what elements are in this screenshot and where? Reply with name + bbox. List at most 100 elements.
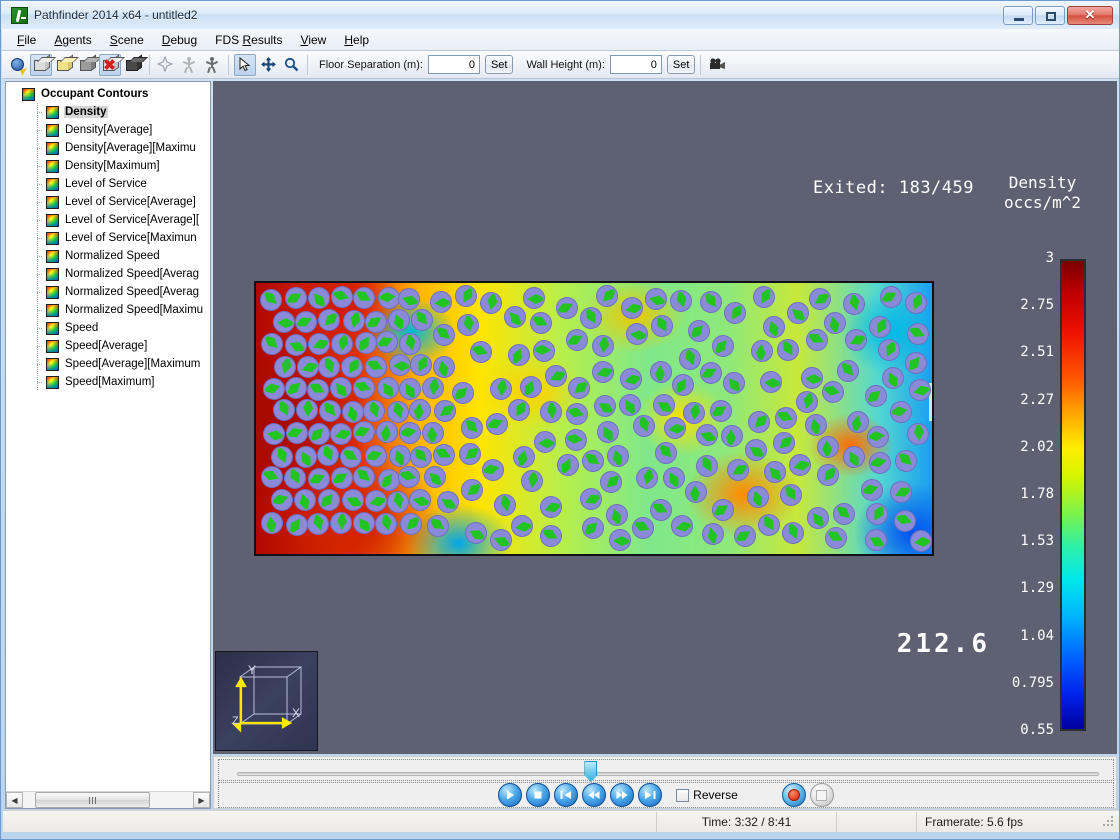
occupant-marker[interactable] — [841, 290, 868, 318]
show-paths-icon[interactable] — [155, 54, 177, 76]
occupant-marker[interactable] — [291, 486, 319, 515]
occupant-marker[interactable] — [260, 421, 287, 447]
occupant-marker[interactable] — [874, 335, 904, 365]
tree-item-level-of-service-maximun[interactable]: Level of Service[Maximun — [6, 229, 210, 247]
occupant-marker[interactable] — [536, 520, 567, 551]
occupant-marker[interactable] — [867, 450, 894, 476]
occupant-marker[interactable] — [705, 396, 737, 427]
occupant-marker[interactable] — [707, 494, 739, 526]
occupant-marker[interactable] — [786, 451, 814, 479]
occupant-marker[interactable] — [509, 513, 535, 539]
occupant-marker[interactable] — [805, 283, 836, 315]
occupant-marker[interactable] — [305, 329, 334, 358]
occupant-marker[interactable] — [576, 302, 607, 333]
play-button[interactable] — [498, 783, 523, 807]
occupant-marker[interactable] — [721, 424, 744, 448]
occupant-marker[interactable] — [313, 304, 345, 336]
show-occupant-trails-icon[interactable] — [201, 54, 223, 76]
movie-camera-icon[interactable] — [706, 54, 728, 76]
show-occupants-icon[interactable] — [178, 54, 200, 76]
tree-item-normalized-speed-averag[interactable]: Normalized Speed[Averag — [6, 283, 210, 301]
axis-orientation-widget[interactable]: Y X Z — [215, 651, 318, 751]
occupant-marker[interactable] — [771, 403, 800, 433]
tree-root-occupant-contours[interactable]: Occupant Contours — [6, 85, 210, 103]
occupant-marker[interactable] — [760, 313, 789, 341]
occupant-marker[interactable] — [860, 524, 891, 554]
menu-view[interactable]: View — [292, 31, 336, 49]
occupant-marker[interactable] — [589, 358, 617, 386]
occupant-marker[interactable] — [271, 309, 296, 334]
scroll-thumb[interactable] — [35, 792, 150, 808]
occupant-marker[interactable] — [618, 365, 645, 392]
occupant-marker[interactable] — [773, 334, 804, 365]
occupant-marker[interactable] — [406, 350, 436, 381]
maximize-button[interactable] — [1035, 5, 1065, 25]
occupant-marker[interactable] — [503, 394, 534, 425]
occupant-marker[interactable] — [890, 445, 922, 477]
tree-item-normalized-speed-maximu[interactable]: Normalized Speed[Maximu — [6, 301, 210, 319]
timeline-slider-area[interactable] — [218, 759, 1114, 782]
occupant-marker[interactable] — [408, 397, 433, 422]
show-current-floor-icon[interactable] — [53, 54, 75, 76]
occupant-marker[interactable] — [888, 398, 915, 425]
occupant-marker[interactable] — [707, 330, 739, 362]
occupant-marker[interactable] — [593, 417, 624, 448]
scroll-left-button[interactable]: ◀ — [6, 792, 23, 808]
stop-record-button[interactable] — [809, 783, 834, 807]
occupant-marker[interactable] — [259, 510, 285, 536]
scroll-track[interactable] — [23, 792, 193, 808]
occupant-marker[interactable] — [838, 441, 869, 472]
occupant-marker[interactable] — [625, 321, 650, 347]
occupant-marker[interactable] — [421, 375, 446, 401]
occupant-marker[interactable] — [699, 521, 726, 548]
menu-help[interactable]: Help — [335, 31, 378, 49]
density-contour-scene[interactable] — [254, 281, 934, 556]
solid-geometry-icon[interactable] — [122, 54, 144, 76]
occupant-marker[interactable] — [591, 333, 616, 359]
tree-item-density-average[interactable]: Density[Average] — [6, 121, 210, 139]
occupant-marker[interactable] — [750, 339, 774, 363]
occupant-marker[interactable] — [618, 295, 646, 322]
occupant-marker[interactable] — [748, 283, 779, 312]
occupant-marker[interactable] — [845, 409, 871, 435]
sidebar-horizontal-scrollbar[interactable]: ◀ ▶ — [6, 791, 210, 808]
occupant-marker[interactable] — [604, 442, 632, 470]
occupant-marker[interactable] — [538, 400, 563, 425]
show-all-floors-icon[interactable] — [30, 53, 52, 76]
reverse-checkbox-group[interactable]: Reverse — [676, 788, 738, 802]
occupant-marker[interactable] — [681, 399, 707, 426]
occupant-marker[interactable] — [280, 283, 311, 314]
occupant-marker[interactable] — [397, 420, 424, 447]
timeline-thumb[interactable] — [584, 761, 598, 782]
occupant-marker[interactable] — [455, 312, 481, 338]
occupant-marker[interactable] — [902, 288, 931, 317]
occupant-marker[interactable] — [428, 319, 460, 351]
occupant-marker[interactable] — [534, 431, 556, 454]
occupant-marker[interactable] — [432, 486, 464, 517]
occupant-marker[interactable] — [802, 411, 829, 439]
tree-item-level-of-service-average[interactable]: Level of Service[Average][ — [6, 211, 210, 229]
wall-height-set-button[interactable]: Set — [666, 55, 696, 74]
fast-forward-button[interactable] — [610, 783, 635, 807]
occupant-marker[interactable] — [422, 510, 453, 542]
occupant-marker[interactable] — [669, 512, 696, 539]
occupant-marker[interactable] — [384, 488, 411, 515]
occupant-marker[interactable] — [406, 487, 434, 514]
menu-agents[interactable]: Agents — [45, 31, 100, 49]
occupant-marker[interactable] — [291, 306, 321, 337]
occupant-marker[interactable] — [499, 301, 531, 333]
occupant-marker[interactable] — [886, 477, 916, 508]
show-floor-below-icon[interactable] — [76, 54, 98, 76]
occupant-marker[interactable] — [729, 520, 760, 552]
occupant-marker[interactable] — [775, 479, 806, 510]
occupant-marker[interactable] — [743, 482, 772, 511]
reverse-checkbox[interactable] — [676, 788, 690, 802]
occupant-marker[interactable] — [608, 528, 632, 552]
menu-scene[interactable]: Scene — [101, 31, 153, 49]
occupant-marker[interactable] — [667, 287, 695, 315]
tree-item-density-maximum[interactable]: Density[Maximum] — [6, 157, 210, 175]
occupant-marker[interactable] — [268, 486, 297, 514]
occupant-marker[interactable] — [537, 493, 566, 522]
floor-separation-set-button[interactable]: Set — [484, 55, 514, 74]
menu-fds-results[interactable]: FDS Results — [206, 31, 291, 49]
